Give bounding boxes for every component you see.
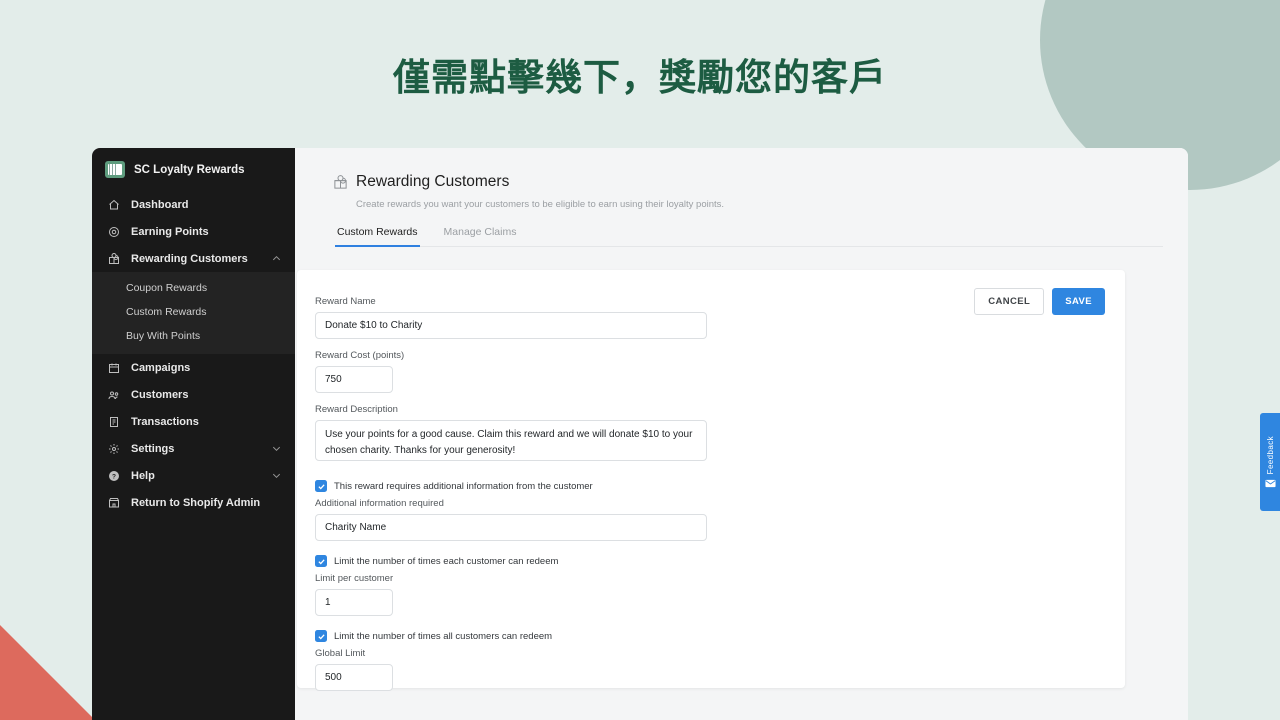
form-actions: CANCEL SAVE <box>974 288 1105 315</box>
global-limit-group: Global Limit <box>315 648 1125 691</box>
additional-info-group: Additional information required <box>315 498 1125 541</box>
help-circle-icon: ? <box>107 469 120 482</box>
global-limit-checkbox-label: Limit the number of times all customers … <box>334 630 553 642</box>
cancel-button[interactable]: CANCEL <box>974 288 1045 315</box>
gear-icon <box>107 442 120 455</box>
global-limit-checkbox[interactable] <box>315 630 327 642</box>
tab-custom-rewards[interactable]: Custom Rewards <box>335 226 420 247</box>
tab-bar: Custom Rewards Manage Claims <box>335 226 1163 247</box>
svg-text:?: ? <box>112 473 116 480</box>
decorative-triangle <box>0 625 95 720</box>
reward-description-textarea[interactable] <box>315 420 707 461</box>
limit-per-customer-label: Limit per customer <box>315 573 394 584</box>
people-icon <box>107 388 120 401</box>
reward-name-input[interactable] <box>315 312 707 339</box>
reward-cost-label: Reward Cost (points) <box>315 350 405 361</box>
requires-info-checkbox[interactable] <box>315 480 327 492</box>
sidebar-item-rewarding-customers[interactable]: Rewarding Customers <box>92 245 295 272</box>
sidebar-item-label: Settings <box>131 442 175 455</box>
envelope-icon <box>1264 479 1276 488</box>
limit-per-customer-checkbox-label: Limit the number of times each customer … <box>334 555 559 567</box>
sidebar-item-return-to-shopify-admin[interactable]: Return to Shopify Admin <box>92 489 295 516</box>
sidebar-item-earning-points[interactable]: Earning Points <box>92 218 295 245</box>
sidebar-item-label: Dashboard <box>131 198 189 211</box>
page-title-row: Rewarding Customers <box>333 173 1188 191</box>
requires-info-checkbox-row[interactable]: This reward requires additional informat… <box>315 480 1125 492</box>
sidebar-item-customers[interactable]: Customers <box>92 381 295 408</box>
calendar-icon <box>107 361 120 374</box>
sidebar-brand[interactable]: SC Loyalty Rewards <box>92 148 295 191</box>
sidebar-item-dashboard[interactable]: Dashboard <box>92 191 295 218</box>
chevron-down-icon[interactable] <box>271 443 282 454</box>
reward-description-label: Reward Description <box>315 404 398 415</box>
sidebar-subitem-custom-rewards[interactable]: Custom Rewards <box>92 300 295 324</box>
app-logo-icon <box>105 161 125 178</box>
sidebar-item-settings[interactable]: Settings <box>92 435 295 462</box>
global-limit-label: Global Limit <box>315 648 366 659</box>
limit-per-customer-input[interactable] <box>315 589 393 616</box>
global-limit-checkbox-row[interactable]: Limit the number of times all customers … <box>315 630 1125 642</box>
sidebar-item-transactions[interactable]: Transactions <box>92 408 295 435</box>
feedback-tab[interactable]: Feedback <box>1260 413 1280 511</box>
gift-icon <box>107 252 120 265</box>
sidebar-item-label: Rewarding Customers <box>131 252 248 265</box>
gift-icon <box>333 174 348 190</box>
reward-cost-input[interactable] <box>315 366 393 393</box>
sidebar: SC Loyalty Rewards Dashboard Earning Poi… <box>92 148 295 720</box>
page-headline: 僅需點擊幾下，獎勵您的客戶 <box>393 57 887 98</box>
requires-info-checkbox-label: This reward requires additional informat… <box>334 480 593 492</box>
page-title: Rewarding Customers <box>356 173 510 190</box>
reward-cost-group: Reward Cost (points) <box>315 350 1125 393</box>
sidebar-item-label: Customers <box>131 388 189 401</box>
app-window: SC Loyalty Rewards Dashboard Earning Poi… <box>92 148 1188 720</box>
additional-info-input[interactable] <box>315 514 707 541</box>
limit-per-customer-group: Limit per customer <box>315 573 1125 616</box>
limit-per-customer-checkbox[interactable] <box>315 555 327 567</box>
main-content: Rewarding Customers Create rewards you w… <box>295 148 1188 720</box>
page-subtitle: Create rewards you want your customers t… <box>356 199 725 210</box>
sidebar-item-label: Help <box>131 469 155 482</box>
tab-manage-claims[interactable]: Manage Claims <box>442 226 519 247</box>
sidebar-item-campaigns[interactable]: Campaigns <box>92 354 295 381</box>
receipt-icon <box>107 415 120 428</box>
brand-name: SC Loyalty Rewards <box>134 163 245 176</box>
sidebar-item-label: Return to Shopify Admin <box>131 496 261 509</box>
global-limit-input[interactable] <box>315 664 393 691</box>
sidebar-item-label: Campaigns <box>131 361 191 374</box>
page-header: Rewarding Customers Create rewards you w… <box>295 148 1188 247</box>
target-icon <box>107 225 120 238</box>
additional-info-label: Additional information required <box>315 498 444 509</box>
limit-per-customer-checkbox-row[interactable]: Limit the number of times each customer … <box>315 555 1125 567</box>
sidebar-subitem-coupon-rewards[interactable]: Coupon Rewards <box>92 276 295 300</box>
storefront-icon <box>107 496 120 509</box>
home-icon <box>107 198 120 211</box>
sidebar-subitem-buy-with-points[interactable]: Buy With Points <box>92 324 295 348</box>
reward-form-card: CANCEL SAVE Reward Name Reward Cost (poi… <box>297 270 1125 691</box>
feedback-label: Feedback <box>1265 435 1275 475</box>
chevron-down-icon[interactable] <box>271 470 282 481</box>
sidebar-submenu-rewarding-customers: Coupon Rewards Custom Rewards Buy With P… <box>92 272 295 354</box>
sidebar-item-label: Earning Points <box>131 225 209 238</box>
save-button[interactable]: SAVE <box>1052 288 1105 315</box>
sidebar-item-label: Transactions <box>131 415 199 428</box>
chevron-up-icon[interactable] <box>271 253 282 264</box>
sidebar-item-help[interactable]: ? Help <box>92 462 295 489</box>
reward-description-group: Reward Description <box>315 404 1125 466</box>
